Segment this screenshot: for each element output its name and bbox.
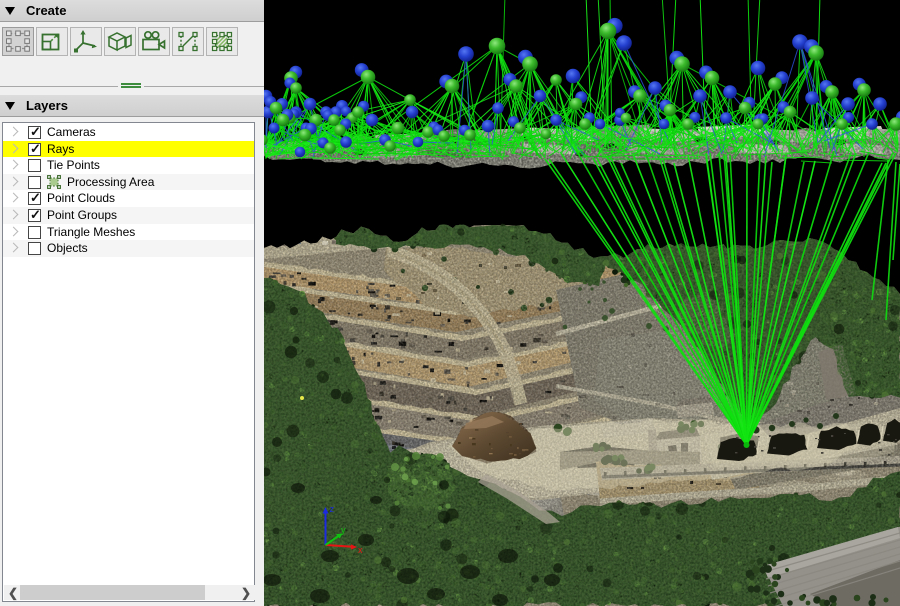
svg-text:z: z [330, 504, 335, 514]
svg-text:x: x [358, 545, 363, 555]
svg-text:y: y [341, 525, 346, 535]
